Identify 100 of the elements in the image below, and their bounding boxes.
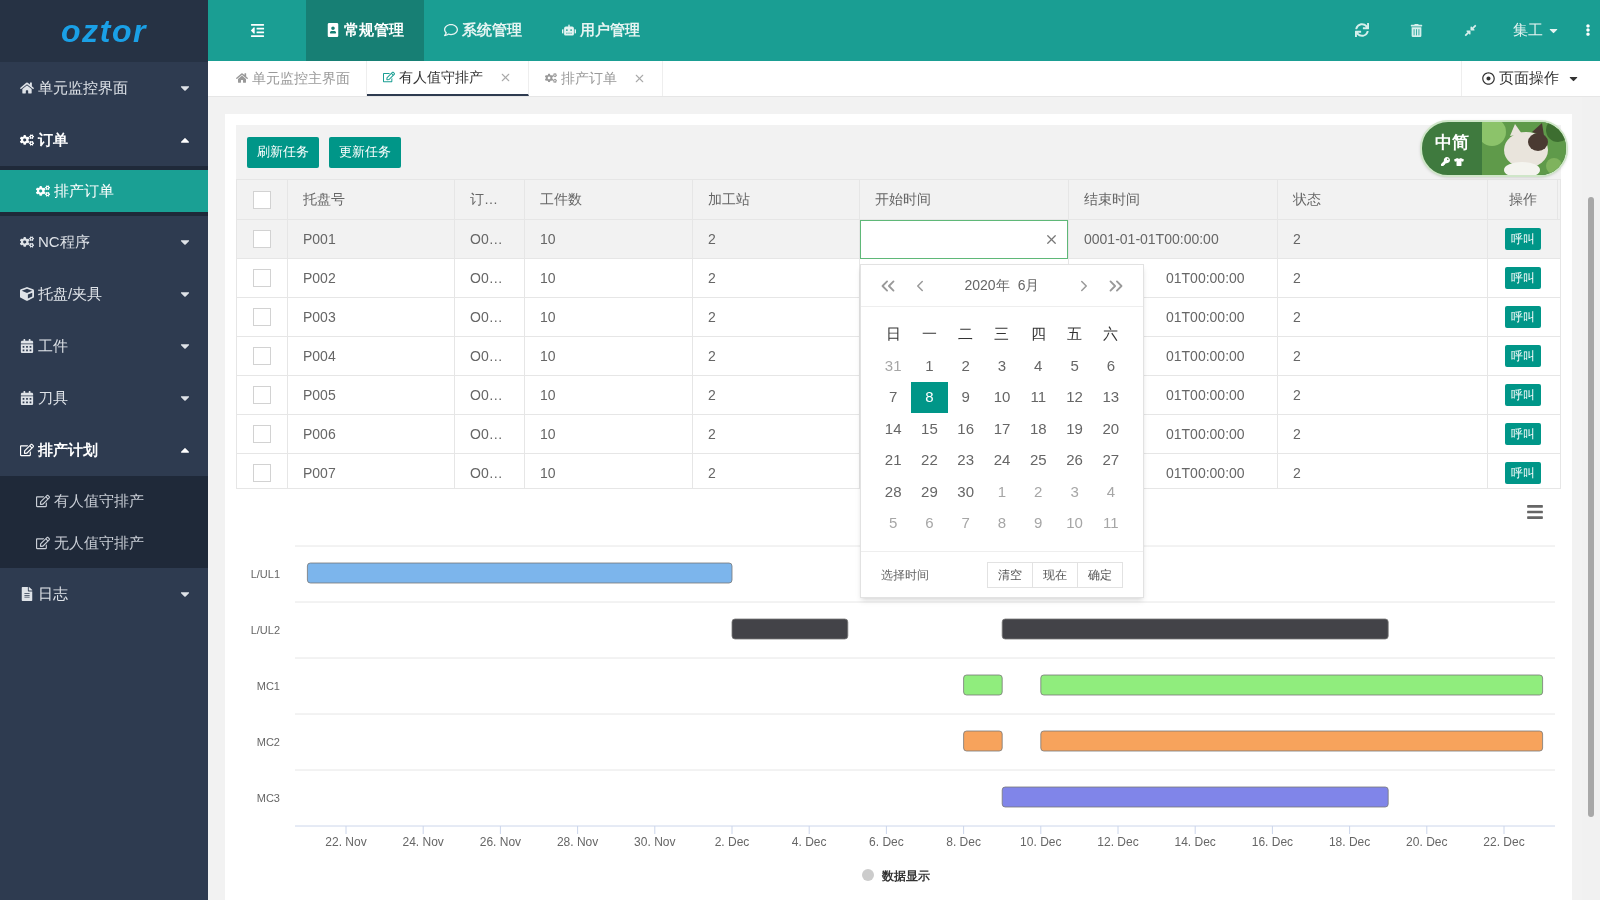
page-tab[interactable]: 单元监控主界面	[220, 60, 367, 96]
checkbox[interactable]	[253, 425, 271, 443]
calendar-day[interactable]: 11	[1020, 381, 1057, 413]
calendar-day[interactable]: 24	[983, 444, 1021, 476]
table-cell-text: P007	[303, 463, 336, 483]
sidebar-item[interactable]: 单元监控界面	[0, 62, 208, 114]
call-button[interactable]: 呼叫	[1505, 423, 1541, 445]
call-button[interactable]: 呼叫	[1505, 462, 1541, 484]
calendar-day[interactable]: 30	[947, 476, 984, 508]
call-button[interactable]: 呼叫	[1505, 384, 1541, 406]
page-tab[interactable]: 排产订单	[529, 60, 663, 96]
calendar-day[interactable]: 9	[947, 381, 984, 413]
table-cell-text: 2	[1293, 424, 1301, 444]
calendar-day[interactable]: 8	[911, 381, 948, 413]
calendar-day[interactable]: 19	[1056, 413, 1093, 445]
table-cell-text: 01T00:00:00	[1166, 463, 1245, 483]
sidebar-item[interactable]: 工件	[0, 320, 208, 372]
user-menu[interactable]: 集工	[1497, 0, 1576, 61]
table-cell-text: 2	[1293, 229, 1301, 249]
checkbox[interactable]	[253, 464, 271, 482]
calendar-day[interactable]: 20	[1092, 413, 1129, 445]
calendar-day[interactable]: 13	[1092, 381, 1129, 413]
column-header: 加工站	[708, 190, 750, 209]
calendar-day[interactable]: 26	[1056, 444, 1093, 476]
table-row[interactable]: P001 O0… 10 2 0001-01-01T00:00:00 2 呼叫	[237, 220, 1560, 259]
call-button[interactable]: 呼叫	[1505, 267, 1541, 289]
calendar-day[interactable]: 5	[1056, 350, 1093, 382]
picker-button[interactable]: 现在	[1032, 561, 1078, 588]
cube-icon	[20, 287, 34, 301]
year-selector[interactable]: 2020年	[964, 275, 1010, 296]
column-header: 工件数	[540, 190, 582, 209]
calendar-icon	[20, 339, 34, 353]
calendar-day[interactable]: 2	[947, 350, 984, 382]
widget-label: 中简	[1435, 130, 1469, 154]
date-input[interactable]	[860, 219, 1068, 259]
calendar-day[interactable]: 29	[911, 476, 948, 508]
calendar-day[interactable]: 6	[1092, 350, 1129, 382]
chart-menu-button[interactable]	[1525, 503, 1545, 521]
checkbox[interactable]	[253, 230, 271, 248]
tick-label: 16. Dec	[1251, 835, 1294, 849]
file-icon	[20, 587, 34, 601]
checkbox[interactable]	[253, 308, 271, 326]
table-cell-text: 2	[1293, 385, 1301, 405]
top-nav-tab[interactable]: 常规管理	[306, 0, 424, 61]
sidebar-item[interactable]: 排产计划	[0, 424, 208, 476]
calendar-day[interactable]: 3	[983, 350, 1021, 382]
checkbox[interactable]	[253, 386, 271, 404]
call-button[interactable]: 呼叫	[1505, 228, 1541, 250]
checkbox[interactable]	[253, 190, 271, 209]
calendar-day[interactable]: 14	[875, 413, 912, 445]
calendar-day[interactable]: 21	[875, 444, 912, 476]
table-cell-text: P005	[303, 385, 336, 405]
table-cell-text: 01T00:00:00	[1166, 346, 1245, 366]
column-header: 托盘号	[303, 190, 345, 209]
select-time-link[interactable]: 选择时间	[881, 565, 988, 584]
calendar-day[interactable]: 12	[1056, 381, 1093, 413]
sidebar-subitem[interactable]: 无人值守排产	[0, 522, 208, 564]
calendar-day[interactable]: 4	[1020, 350, 1057, 382]
call-button[interactable]: 呼叫	[1505, 345, 1541, 367]
calendar-day[interactable]: 22	[911, 444, 948, 476]
tick-label: 14. Dec	[1174, 835, 1216, 849]
calendar-day[interactable]: 27	[1092, 444, 1129, 476]
calendar-day[interactable]: 10	[983, 381, 1021, 413]
picker-button[interactable]: 清空	[987, 561, 1033, 588]
sidebar-item[interactable]: NC程序	[0, 216, 208, 268]
calendar-day[interactable]: 7	[875, 381, 912, 413]
calendar-day[interactable]: 17	[983, 413, 1021, 445]
calendar-day[interactable]: 15	[911, 413, 948, 445]
call-button[interactable]: 呼叫	[1505, 306, 1541, 328]
column-header: 状态	[1293, 190, 1321, 209]
table-cell-text: 10	[540, 229, 556, 249]
sidebar-item[interactable]: 刀具	[0, 372, 208, 424]
language-widget[interactable]: 中简	[1420, 120, 1568, 177]
sidebar-item[interactable]: 日志	[0, 568, 208, 620]
legend-item[interactable]: 数据显示	[862, 869, 930, 883]
table-cell-text: 2	[708, 463, 716, 483]
calendar-day[interactable]: 25	[1020, 444, 1057, 476]
task-button[interactable]: 更新任务	[329, 136, 401, 168]
month-selector[interactable]: 6月	[1017, 275, 1040, 296]
checkbox[interactable]	[253, 269, 271, 287]
calendar-day[interactable]: 18	[1020, 413, 1057, 445]
calendar-day[interactable]: 16	[947, 413, 984, 445]
table-cell-text: O0…	[470, 385, 503, 405]
calendar-day[interactable]: 28	[875, 476, 912, 508]
sidebar-subitem[interactable]: 有人值守排产	[0, 480, 208, 522]
sidebar-subitem[interactable]: 排产订单	[0, 170, 208, 212]
calendar-day[interactable]: 1	[911, 350, 948, 382]
calendar-day[interactable]: 23	[947, 444, 984, 476]
page-tab[interactable]: 有人值守排产	[367, 60, 529, 96]
sidebar-item[interactable]: 托盘/夹具	[0, 268, 208, 320]
sidebar-item[interactable]: 订单	[0, 114, 208, 166]
task-button[interactable]: 刷新任务	[247, 136, 319, 168]
tick-label: 8. Dec	[946, 835, 981, 849]
picker-button[interactable]: 确定	[1077, 561, 1123, 588]
table-cell-text: O0…	[470, 229, 503, 249]
edit-icon	[383, 71, 395, 84]
table-cell-text: O0…	[470, 307, 503, 327]
page-actions-menu[interactable]: 页面操作	[1461, 60, 1600, 96]
checkbox[interactable]	[253, 347, 271, 365]
scrollbar-thumb[interactable]	[1588, 197, 1594, 817]
